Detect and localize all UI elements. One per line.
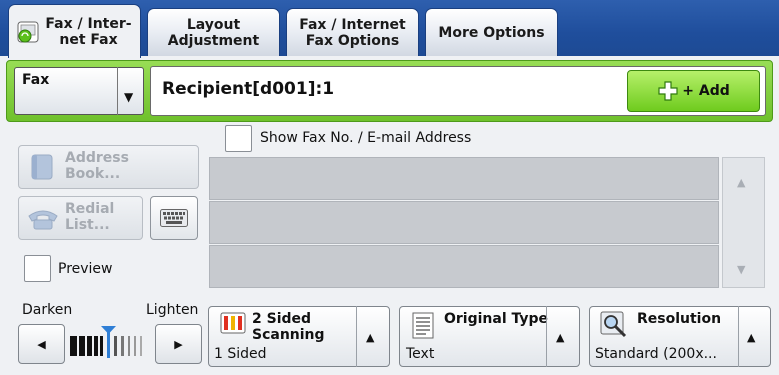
resolution-title: Resolution: [637, 311, 722, 327]
arrow-left-icon: ◀: [37, 337, 46, 351]
show-fax-no-label: Show Fax No. / E-mail Address: [260, 130, 472, 146]
arrow-right-icon: ▶: [174, 337, 183, 351]
list-row[interactable]: [209, 245, 719, 288]
chevron-up-icon: ▲: [556, 331, 565, 344]
add-label: + Add: [682, 83, 730, 99]
density-scale: [70, 326, 142, 358]
tab-layout-adjustment[interactable]: Layout Adjustment: [147, 8, 280, 56]
plus-icon: [658, 81, 678, 101]
original-type-value: Text: [406, 346, 435, 362]
preview-label: Preview: [58, 261, 113, 277]
two-sided-icon: [220, 312, 246, 334]
tab-label: More Options: [438, 24, 545, 41]
divider: [546, 306, 547, 367]
divider: [738, 306, 739, 367]
preview-checkbox[interactable]: [24, 255, 51, 282]
darken-button[interactable]: ◀: [18, 324, 65, 364]
fax-internet-icon: [17, 21, 39, 42]
tab-fax-internet-fax-options[interactable]: Fax / Internet Fax Options: [286, 8, 419, 56]
magnifier-icon: [600, 311, 627, 338]
select-divider: [117, 67, 118, 115]
tab-fax-internet-fax[interactable]: Fax / Inter- net Fax: [8, 4, 141, 58]
scroll-down-icon[interactable]: ▼: [737, 263, 745, 276]
chevron-up-icon: ▲: [366, 331, 375, 344]
tab-label: Layout Adjustment: [167, 16, 260, 49]
resolution-value: Standard (200x...: [595, 346, 717, 362]
divider: [356, 306, 357, 367]
two-sided-value: 1 Sided: [214, 346, 267, 362]
redial-list-label: Redial List...: [65, 201, 115, 233]
lighten-button[interactable]: ▶: [155, 324, 202, 364]
fax-mode-value: Fax: [22, 72, 50, 88]
phone-icon: [28, 210, 58, 230]
darken-label: Darken: [22, 302, 73, 318]
address-book-label: Address Book...: [65, 150, 129, 182]
list-row[interactable]: [209, 157, 719, 200]
scroll-up-icon[interactable]: ▲: [737, 176, 745, 189]
original-type-title: Original Type: [444, 311, 549, 327]
tab-label: Fax / Internet Fax Options: [299, 16, 406, 49]
two-sided-title: 2 Sided Scanning: [252, 311, 325, 343]
list-row[interactable]: [209, 201, 719, 244]
keyboard-icon: [160, 209, 188, 227]
address-book-icon: [31, 154, 53, 180]
add-button[interactable]: + Add: [627, 70, 760, 112]
document-icon: [412, 312, 434, 339]
chevron-down-icon: ▼: [124, 90, 134, 104]
chevron-up-icon: ▲: [747, 331, 756, 344]
recipient-text: Recipient[d001]:1: [162, 79, 335, 99]
tab-label: Fax / Inter- net Fax: [45, 15, 132, 48]
tab-more-options[interactable]: More Options: [425, 8, 558, 56]
show-fax-no-checkbox[interactable]: [225, 125, 252, 152]
lighten-label: Lighten: [146, 302, 199, 318]
